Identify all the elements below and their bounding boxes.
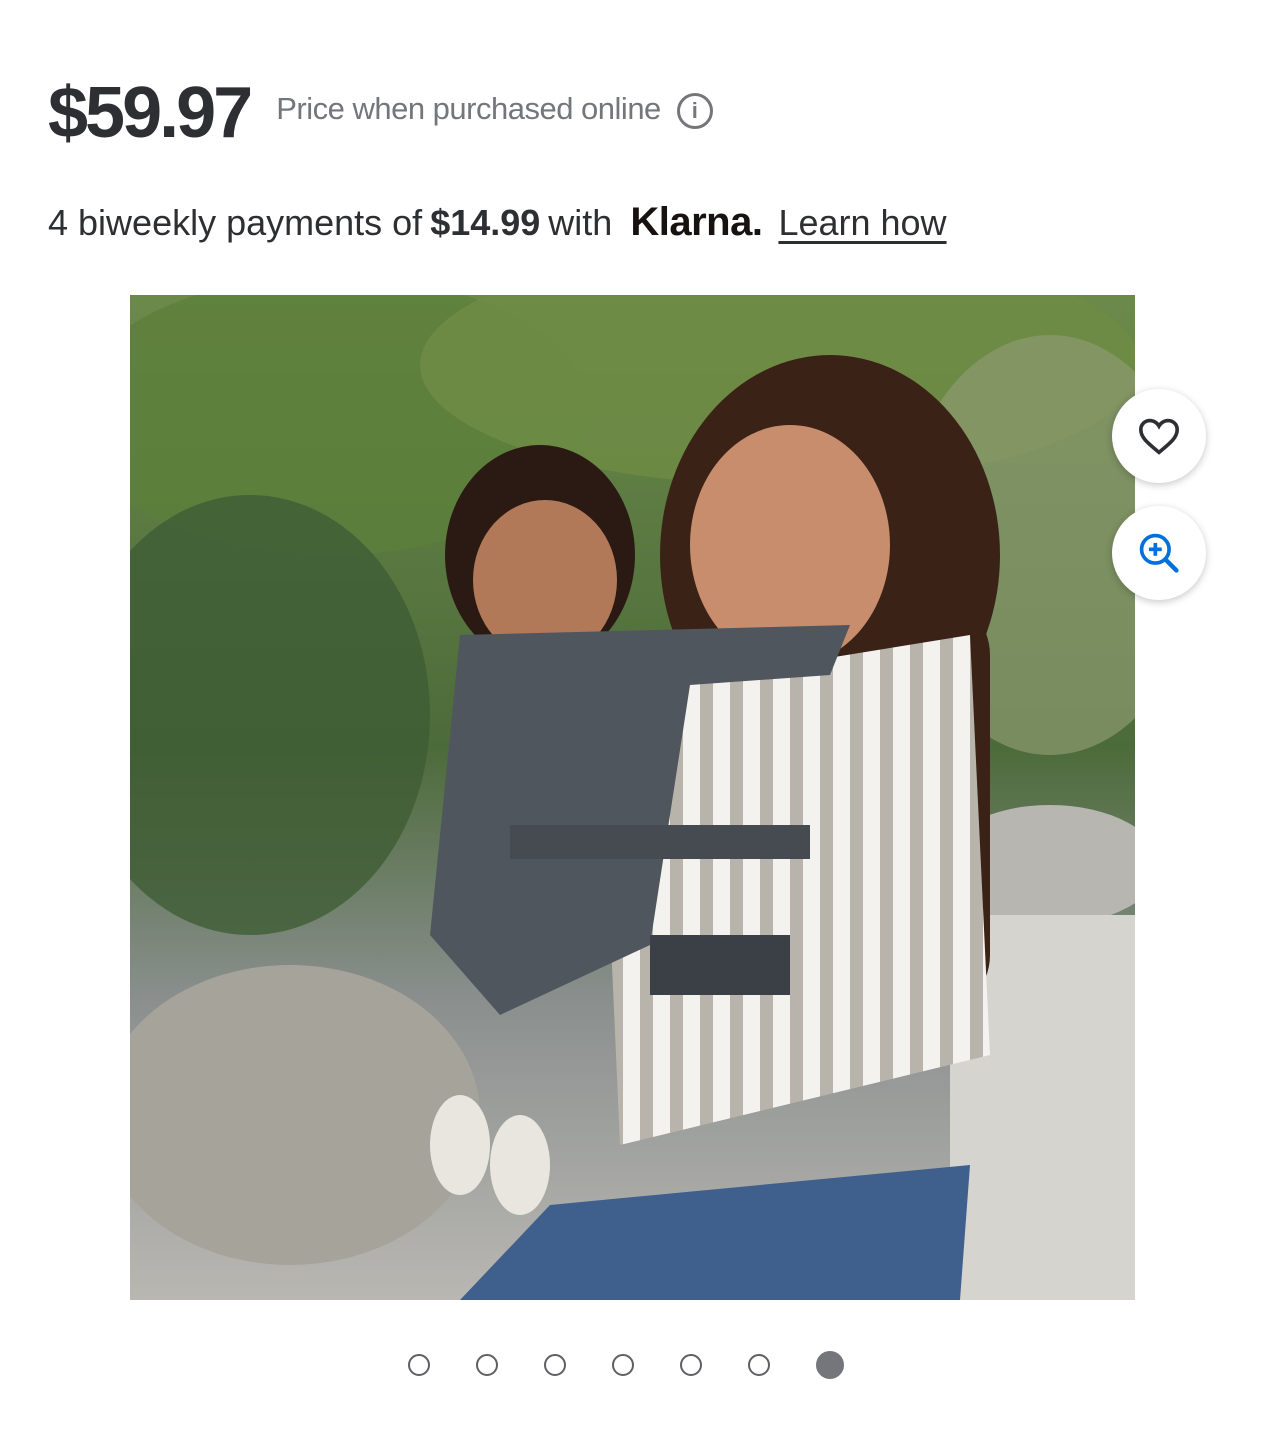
price: $59.97	[48, 73, 253, 153]
carousel-dot[interactable]	[476, 1354, 498, 1376]
carousel-dot[interactable]	[816, 1351, 844, 1379]
zoom-in-icon	[1139, 533, 1179, 573]
carousel-dot[interactable]	[748, 1354, 770, 1376]
favorite-button[interactable]	[1112, 389, 1206, 483]
carousel-dot[interactable]	[680, 1354, 702, 1376]
klarna-payment-row: 4 biweekly payments of $14.99 with Klarn…	[48, 200, 947, 245]
product-image[interactable]	[130, 295, 1135, 1300]
klarna-with: with	[548, 202, 613, 243]
carousel-indicator	[408, 1351, 844, 1379]
klarna-amount: $14.99	[430, 202, 541, 243]
carousel-dot[interactable]	[612, 1354, 634, 1376]
carousel-dot[interactable]	[544, 1354, 566, 1376]
learn-how-link[interactable]: Learn how	[778, 202, 946, 244]
klarna-logo: Klarna.	[630, 200, 763, 244]
zoom-button[interactable]	[1112, 506, 1206, 600]
product-photo	[130, 295, 1135, 1300]
price-note: Price when purchased online	[276, 91, 661, 126]
carousel-dot[interactable]	[408, 1354, 430, 1376]
info-icon[interactable]: i	[676, 93, 713, 129]
heart-icon	[1138, 418, 1180, 455]
price-row: $59.97 Price when purchased online i	[48, 72, 713, 154]
klarna-prefix: 4 biweekly payments of	[48, 202, 423, 243]
